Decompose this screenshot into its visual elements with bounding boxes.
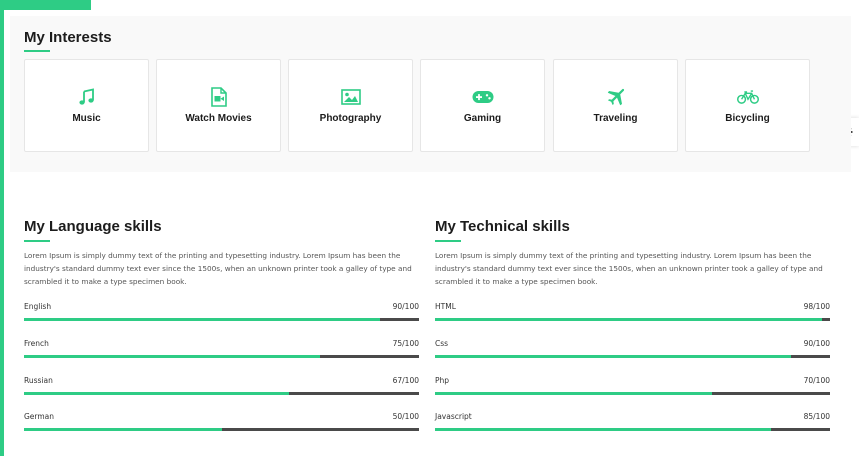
skill-english: English 90/100 xyxy=(24,302,419,326)
skill-name: Russian xyxy=(24,376,53,385)
skill-css: Css 90/100 xyxy=(435,339,830,363)
accent-top-bar xyxy=(0,0,91,10)
skill-name: Javascript xyxy=(435,412,472,421)
progress-track xyxy=(435,392,830,395)
interest-label: Watch Movies xyxy=(185,113,252,124)
image-icon xyxy=(340,86,362,108)
interest-label: Traveling xyxy=(593,113,638,124)
music-icon xyxy=(76,86,98,108)
interest-card-bicycling[interactable]: Bicycling xyxy=(685,59,810,152)
skill-name: Css xyxy=(435,339,449,348)
skill-score: 85/100 xyxy=(803,412,830,421)
interest-card-photography[interactable]: Photography xyxy=(288,59,413,152)
progress-track xyxy=(435,318,830,321)
interest-card-music[interactable]: Music xyxy=(24,59,149,152)
language-skills-title: My Language skills xyxy=(24,218,162,235)
skill-javascript: Javascript 85/100 xyxy=(435,412,830,436)
technical-description: Lorem Ipsum is simply dummy text of the … xyxy=(435,251,823,286)
title-underline xyxy=(24,50,50,52)
progress-fill xyxy=(24,355,321,358)
progress-fill xyxy=(24,428,222,431)
video-file-icon xyxy=(208,86,230,108)
interest-label: Photography xyxy=(319,113,382,124)
interests-title: My Interests xyxy=(24,29,112,46)
gamepad-icon xyxy=(472,86,494,108)
skill-name: HTML xyxy=(435,302,456,311)
progress-fill xyxy=(24,318,380,321)
interest-label: Bicycling xyxy=(725,113,770,124)
accent-left-bar xyxy=(0,0,4,456)
skill-score: 67/100 xyxy=(392,376,419,385)
interest-card-gaming[interactable]: Gaming xyxy=(420,59,545,152)
progress-track xyxy=(24,428,419,431)
progress-fill xyxy=(435,355,791,358)
skill-score: 90/100 xyxy=(803,339,830,348)
skill-score: 90/100 xyxy=(392,302,419,311)
skill-php: Php 70/100 xyxy=(435,376,830,400)
progress-track xyxy=(435,428,830,431)
skill-score: 50/100 xyxy=(392,412,419,421)
progress-fill xyxy=(435,392,712,395)
progress-fill xyxy=(435,428,771,431)
interest-card-traveling[interactable]: Traveling xyxy=(553,59,678,152)
skill-name: English xyxy=(24,302,52,311)
interest-card-watch-movies[interactable]: Watch Movies xyxy=(156,59,281,152)
progress-track xyxy=(24,355,419,358)
interests-section: My Interests Music Watch Movies Photogra… xyxy=(10,16,851,172)
skill-name: German xyxy=(24,412,55,421)
interest-label: Gaming xyxy=(463,113,502,124)
progress-track xyxy=(24,318,419,321)
bicycle-icon xyxy=(736,86,759,108)
technical-skills-title: My Technical skills xyxy=(435,218,570,235)
skill-score: 70/100 xyxy=(803,376,830,385)
skill-score: 75/100 xyxy=(392,339,419,348)
progress-track xyxy=(24,392,419,395)
progress-fill xyxy=(24,392,289,395)
language-description: Lorem Ipsum is simply dummy text of the … xyxy=(24,251,412,286)
progress-track xyxy=(435,355,830,358)
interest-label: Music xyxy=(72,113,101,124)
plane-icon xyxy=(605,86,627,108)
title-underline xyxy=(435,240,461,242)
skill-russian: Russian 67/100 xyxy=(24,376,419,400)
skill-html: HTML 98/100 xyxy=(435,302,830,326)
progress-fill xyxy=(435,318,823,321)
skill-name: French xyxy=(24,339,49,348)
skill-name: Php xyxy=(435,376,450,385)
title-underline xyxy=(24,240,50,242)
skill-score: 98/100 xyxy=(803,302,830,311)
skill-french: French 75/100 xyxy=(24,339,419,363)
skill-german: German 50/100 xyxy=(24,412,419,436)
